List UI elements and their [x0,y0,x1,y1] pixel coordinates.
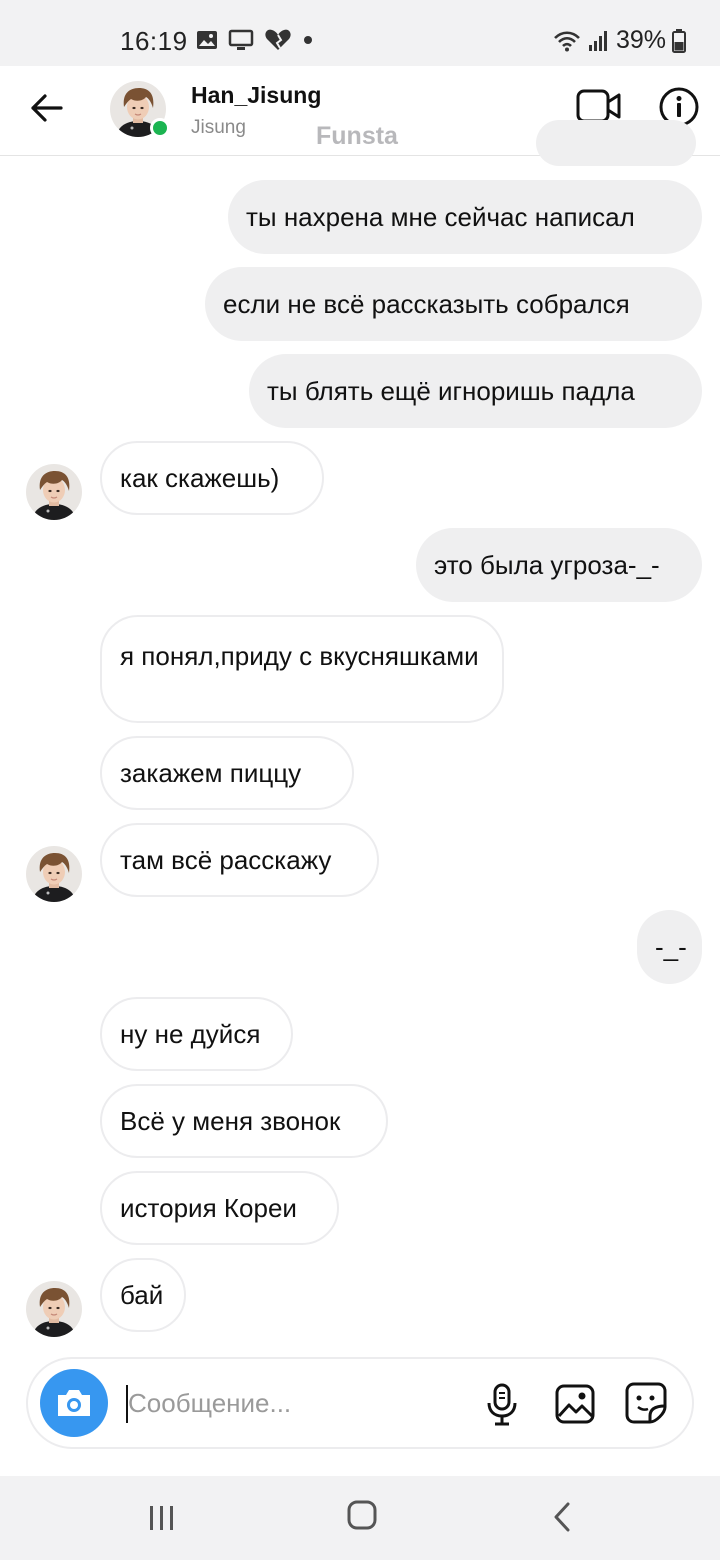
message-bubble[interactable]: там всё расскажу [100,823,379,897]
message-bubble[interactable]: бай [100,1258,186,1332]
contact-name[interactable]: Han_Jisung [191,82,321,109]
status-notification-icons [196,28,314,52]
funsta-label: Funsta [316,122,398,150]
message-bubble[interactable]: Всё у меня звонок [100,1084,388,1158]
voice-message-button[interactable] [484,1383,520,1427]
system-nav-bar [0,1476,720,1560]
sender-avatar[interactable] [26,846,82,902]
message-bubble[interactable]: как скажешь) [100,441,324,515]
camera-icon [58,1390,90,1416]
message-input[interactable] [128,1381,458,1425]
nav-back-button[interactable] [548,1498,578,1536]
message-bubble[interactable]: ну не дуйся [100,997,293,1071]
header-avatar[interactable] [110,81,170,138]
home-button[interactable] [343,1496,381,1534]
dot-notification-icon [304,36,312,44]
sticker-button[interactable] [624,1381,668,1425]
image-icon [555,1384,595,1424]
chevron-left-icon [554,1502,570,1532]
back-button[interactable] [24,86,68,130]
contact-username: Jisung [191,117,246,138]
recents-icon [150,1506,173,1530]
signal-icon [588,30,607,51]
message-composer [26,1357,694,1449]
battery-percent: 39% [615,26,666,54]
sticker-icon [625,1382,667,1424]
message-bubble[interactable]: ты блять ещё игноришь падла [249,354,702,428]
battery-icon [672,28,686,53]
message-bubble[interactable]: если не всё рассказыть собрался [205,267,702,341]
status-system-icons: 39% [552,26,686,55]
message-bubble[interactable]: это была угроза-_- [416,528,702,602]
microphone-icon [487,1383,517,1426]
gallery-button[interactable] [554,1383,596,1425]
status-bar: 16:19 39% [0,0,720,66]
online-status-dot [150,118,170,138]
arrow-left-icon [31,94,63,122]
camera-button[interactable] [40,1369,108,1437]
sender-avatar[interactable] [26,1281,82,1337]
message-bubble[interactable]: я понял,приду с вкусняшками [100,615,504,723]
recents-button[interactable] [144,1500,180,1536]
message-bubble[interactable]: -_- [637,910,702,984]
gallery-notification-icon [197,31,217,49]
message-bubble[interactable]: закажем пиццу [100,736,354,810]
cast-notification-icon [228,29,254,50]
wifi-icon [554,30,580,51]
status-time: 16:19 [120,26,188,56]
home-icon [347,1500,377,1530]
message-bubble[interactable]: ты нахрена мне сейчас написал [228,180,702,254]
heart-notification-icon [265,29,291,50]
message-bubble[interactable]: история Кореи [100,1171,339,1245]
sender-avatar[interactable] [26,464,82,520]
message-bubble-partial [536,120,696,166]
